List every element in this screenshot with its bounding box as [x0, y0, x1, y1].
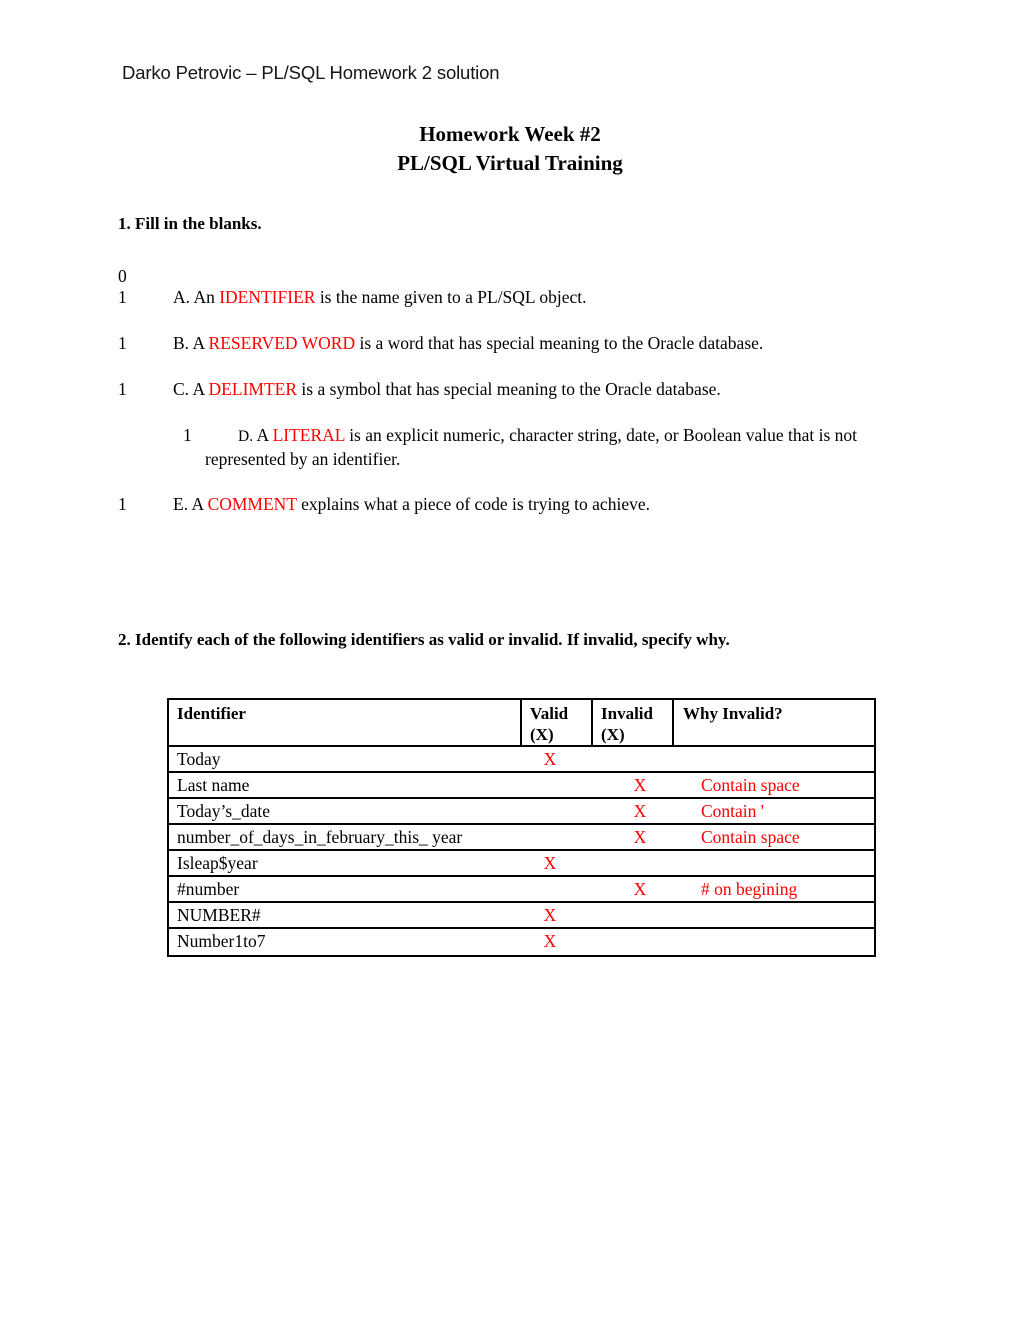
table-row: number_of_days_in_february_this_ year X …: [169, 825, 874, 851]
cell-identifier: NUMBER#: [177, 905, 261, 925]
blank-item-a-label: A.: [173, 287, 191, 307]
blank-item-d: D. A LITERAL is an explicit numeric, cha…: [205, 424, 895, 471]
blank-item-e-answer: COMMENT: [207, 494, 297, 514]
blank-item-d-answer: LITERAL: [272, 425, 345, 445]
column-header-valid-line1: Valid: [530, 704, 569, 723]
blank-item-a-answer: IDENTIFIER: [219, 287, 316, 307]
table-row: Number1to7 X: [169, 929, 874, 955]
title-block: Homework Week #2 PL/SQL Virtual Training: [0, 120, 1020, 178]
blank-item-b: B. A RESERVED WORD is a word that has sp…: [173, 332, 933, 355]
blank-item-c-text-before: A: [192, 379, 209, 399]
cell-identifier: Last name: [177, 775, 250, 795]
cell-invalid-mark: X: [633, 879, 647, 899]
column-header-identifier: Identifier: [169, 700, 522, 745]
cell-identifier: number_of_days_in_february_this_ year: [177, 827, 463, 847]
blank-item-b-text-after: is a word that has special meaning to th…: [355, 333, 764, 353]
margin-number-a: 1: [118, 287, 127, 307]
margin-number-d: 1: [183, 425, 192, 445]
document-page: Darko Petrovic – PL/SQL Homework 2 solut…: [0, 0, 1020, 1320]
table-row: #number X # on begining: [169, 877, 874, 903]
cell-invalid-mark: X: [633, 775, 647, 795]
column-header-invalid-line2: (X): [601, 725, 625, 744]
blank-item-c-answer: DELIMTER: [208, 379, 298, 399]
question-1-heading: 1. Fill in the blanks.: [118, 214, 262, 233]
table-row: Last name X Contain space: [169, 773, 874, 799]
column-header-valid: Valid (X): [522, 700, 593, 745]
blank-item-a: A. An IDENTIFIER is the name given to a …: [173, 286, 933, 309]
table-row: Isleap$year X: [169, 851, 874, 877]
cell-identifier: Number1to7: [177, 931, 266, 951]
blank-item-d-label: D.: [238, 428, 254, 445]
cell-invalid-mark: X: [633, 801, 647, 821]
cell-valid-mark: X: [543, 905, 557, 925]
blank-item-e-label: E.: [173, 494, 189, 514]
blank-item-d-text-before: A: [256, 425, 273, 445]
margin-number-zero: 0: [118, 266, 127, 286]
cell-invalid-mark: X: [633, 827, 647, 847]
blank-item-c-label: C.: [173, 379, 190, 399]
column-header-why-invalid: Why Invalid?: [683, 704, 783, 723]
blank-item-e: E. A COMMENT explains what a piece of co…: [173, 493, 933, 516]
margin-number-e: 1: [118, 494, 127, 514]
cell-valid-mark: X: [543, 853, 557, 873]
document-title-line-1: Homework Week #2: [419, 122, 601, 146]
blank-item-c-text-after: is a symbol that has special meaning to …: [297, 379, 721, 399]
column-header-invalid: Invalid (X): [593, 700, 674, 745]
blank-item-c: C. A DELIMTER is a symbol that has speci…: [173, 378, 933, 401]
margin-number-b: 1: [118, 333, 127, 353]
cell-why-invalid: Contain space: [701, 775, 800, 795]
blank-item-e-text-after: explains what a piece of code is trying …: [296, 494, 650, 514]
margin-number-c: 1: [118, 379, 127, 399]
identifier-validity-table: Identifier Valid (X) Invalid (X) Why Inv…: [167, 698, 876, 957]
cell-valid-mark: X: [543, 749, 557, 769]
cell-identifier: Isleap$year: [177, 853, 258, 873]
running-header: Darko Petrovic – PL/SQL Homework 2 solut…: [122, 62, 500, 83]
table-row: Today X: [169, 747, 874, 773]
table-header-row: Identifier Valid (X) Invalid (X) Why Inv…: [169, 700, 874, 747]
blank-item-b-text-before: A: [192, 333, 209, 353]
table-row: Today’s_date X Contain ': [169, 799, 874, 825]
cell-why-invalid: Contain ': [701, 801, 764, 821]
cell-identifier: Today’s_date: [177, 801, 271, 821]
cell-identifier: Today: [177, 749, 221, 769]
column-header-invalid-line1: Invalid: [601, 704, 653, 723]
blank-item-b-answer: RESERVED WORD: [208, 333, 356, 353]
table-row: NUMBER# X: [169, 903, 874, 929]
cell-why-invalid: # on begining: [701, 879, 798, 899]
blank-item-a-text-after: is the name given to a PL/SQL object.: [315, 287, 587, 307]
blank-item-a-text-before: An: [193, 287, 220, 307]
cell-why-invalid: Contain space: [701, 827, 800, 847]
question-2-heading: 2. Identify each of the following identi…: [118, 630, 730, 649]
document-title-line-2: PL/SQL Virtual Training: [397, 151, 623, 175]
blank-item-b-label: B.: [173, 333, 190, 353]
cell-valid-mark: X: [543, 931, 557, 951]
blank-item-e-text-before: A: [191, 494, 208, 514]
cell-identifier: #number: [177, 879, 240, 899]
column-header-valid-line2: (X): [530, 725, 554, 744]
